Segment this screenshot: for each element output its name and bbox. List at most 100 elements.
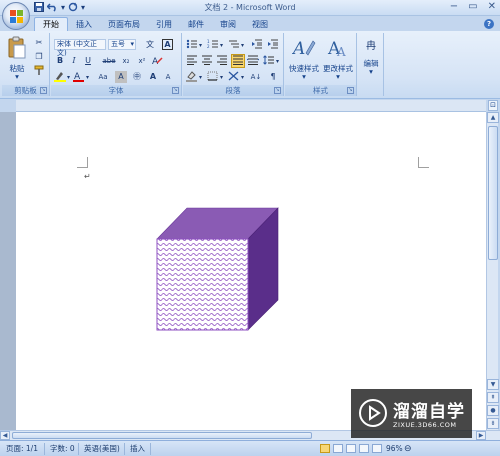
distributed-icon[interactable] [246,55,260,67]
change-styles-icon: A A [327,39,346,59]
view-ruler-button[interactable]: ⊡ [488,100,498,111]
vertical-scroll-thumb[interactable] [488,126,498,260]
shading-icon[interactable]: ▾ [186,71,204,83]
quick-styles-button[interactable]: A 快速样式 ▾ [287,35,321,81]
vertical-scrollbar[interactable]: ▲ ▼ ⇞ ● ⇟ [486,112,499,430]
change-styles-button[interactable]: A A 更改样式 ▾ [321,35,355,81]
change-case-button[interactable]: Aa [93,71,113,83]
font-size-dropdown[interactable]: 五号 ▾ [108,39,136,50]
justify-icon[interactable] [231,54,245,68]
svg-text:▾: ▾ [199,74,202,81]
increase-indent-icon[interactable] [267,39,279,51]
page-count[interactable]: 页面: 1/1 [6,443,38,455]
chinese-layout-icon[interactable]: ▾ [228,71,246,83]
font-group: 宋体 (中文正文) 五号 ▾ 文 A B I U abe x₂ x² A ▾ A ▾… [51,33,182,96]
zoom-out-button[interactable]: ⊖ [404,443,412,455]
cut-icon[interactable]: ✂ [33,37,45,49]
watermark: 溜溜自学 ZIXUE.3D66.COM [351,389,472,438]
sort-icon[interactable]: A↓ [248,71,264,83]
top-right-margin-mark [418,157,429,168]
strikethrough-button[interactable]: abe [101,55,117,67]
align-right-icon[interactable] [216,55,228,67]
horizontal-scroll-thumb[interactable] [12,432,312,439]
office-button[interactable] [2,2,30,30]
font-color-icon[interactable]: A ▾ [73,71,91,83]
scroll-left-button[interactable]: ◀ [0,431,10,440]
character-shading-icon[interactable]: A [115,71,127,83]
font-name-dropdown[interactable]: 宋体 (中文正文) [54,39,106,57]
editing-group[interactable]: 冉 编辑 ▾ [358,33,384,96]
select-browse-object-button[interactable]: ● [487,405,499,416]
language-indicator[interactable]: 英语(美国) [84,443,120,455]
grow-font-button[interactable]: A [147,71,159,83]
text-highlight-icon[interactable]: ▾ [54,71,72,83]
cube-shape[interactable] [150,202,286,336]
scroll-up-button[interactable]: ▲ [487,112,499,123]
copy-icon[interactable]: ❐ [33,51,45,63]
line-spacing-icon[interactable]: ▾ [263,55,281,67]
web-layout-view-icon[interactable] [346,444,356,453]
subscript-button[interactable]: x₂ [119,55,133,67]
paragraph-mark: ↵ [84,172,91,181]
superscript-button[interactable]: x² [135,55,149,67]
styles-group-label: 样式 [285,85,356,96]
format-painter-icon[interactable] [33,65,45,77]
status-bar: 页面: 1/1 字数: 0 英语(美国) 插入 96% ⊖ [0,440,500,456]
tab-mailings[interactable]: 邮件 [180,18,212,32]
shrink-font-button[interactable]: A [162,71,174,83]
tab-insert[interactable]: 插入 [68,18,100,32]
svg-text:2: 2 [207,44,210,49]
title-bar: ▾ ▾ 文档 2 - Microsoft Word − ▭ ✕ [0,0,500,16]
print-layout-view-icon[interactable] [320,444,330,453]
next-page-button[interactable]: ⇟ [487,418,499,429]
draft-view-icon[interactable] [372,444,382,453]
office-logo-icon [10,10,23,23]
svg-text:▾: ▾ [241,42,244,49]
paragraph-launcher-icon[interactable]: ↘ [274,87,281,94]
enclose-characters-icon[interactable]: ㊥ [131,71,143,83]
help-icon[interactable]: ? [484,19,494,29]
svg-text:▾: ▾ [276,58,279,65]
full-screen-reading-view-icon[interactable] [333,444,343,453]
scroll-down-button[interactable]: ▼ [487,379,499,390]
pinyin-guide-icon[interactable]: 文 [144,39,156,51]
styles-launcher-icon[interactable]: ↘ [347,87,354,94]
borders-icon[interactable]: ▾ [207,71,225,83]
word-count[interactable]: 字数: 0 [50,443,75,455]
tab-view[interactable]: 视图 [244,18,276,32]
previous-page-button[interactable]: ⇞ [487,392,499,403]
outline-view-icon[interactable] [359,444,369,453]
character-border-icon[interactable]: A [162,39,173,50]
scroll-right-button[interactable]: ▶ [476,431,486,440]
clear-formatting-icon[interactable]: A [151,55,163,67]
minimize-button[interactable]: − [450,1,458,12]
tab-references[interactable]: 引用 [148,18,180,32]
tab-review[interactable]: 审阅 [212,18,244,32]
horizontal-ruler[interactable] [16,100,486,112]
numbering-icon[interactable]: 1 2 ▾ [207,39,225,51]
maximize-button[interactable]: ▭ [468,1,477,12]
close-button[interactable]: ✕ [488,1,496,12]
svg-text:▾: ▾ [241,74,244,81]
insert-mode-indicator[interactable]: 插入 [130,443,145,455]
font-launcher-icon[interactable]: ↘ [172,87,179,94]
svg-text:A: A [336,45,346,59]
zoom-level[interactable]: 96% [386,443,403,455]
bold-button[interactable]: B [54,55,66,67]
watermark-sub-text: ZIXUE.3D66.COM [393,421,457,429]
paste-icon [8,36,26,59]
bullets-icon[interactable]: ▾ [186,39,204,51]
show-hide-marks-icon[interactable]: ¶ [267,71,279,83]
multilevel-list-icon[interactable]: ▾ [228,39,246,51]
align-center-icon[interactable] [201,55,213,67]
tab-page-layout[interactable]: 页面布局 [100,18,148,32]
tab-home[interactable]: 开始 [34,17,68,32]
underline-button[interactable]: U [82,55,94,67]
svg-text:A: A [292,39,305,59]
italic-button[interactable]: I [68,55,80,67]
decrease-indent-icon[interactable] [251,39,263,51]
watermark-logo-icon [359,399,387,427]
paste-button[interactable]: 粘贴 ▾ [6,36,28,82]
align-left-icon[interactable] [186,55,198,67]
clipboard-launcher-icon[interactable]: ↘ [40,87,47,94]
